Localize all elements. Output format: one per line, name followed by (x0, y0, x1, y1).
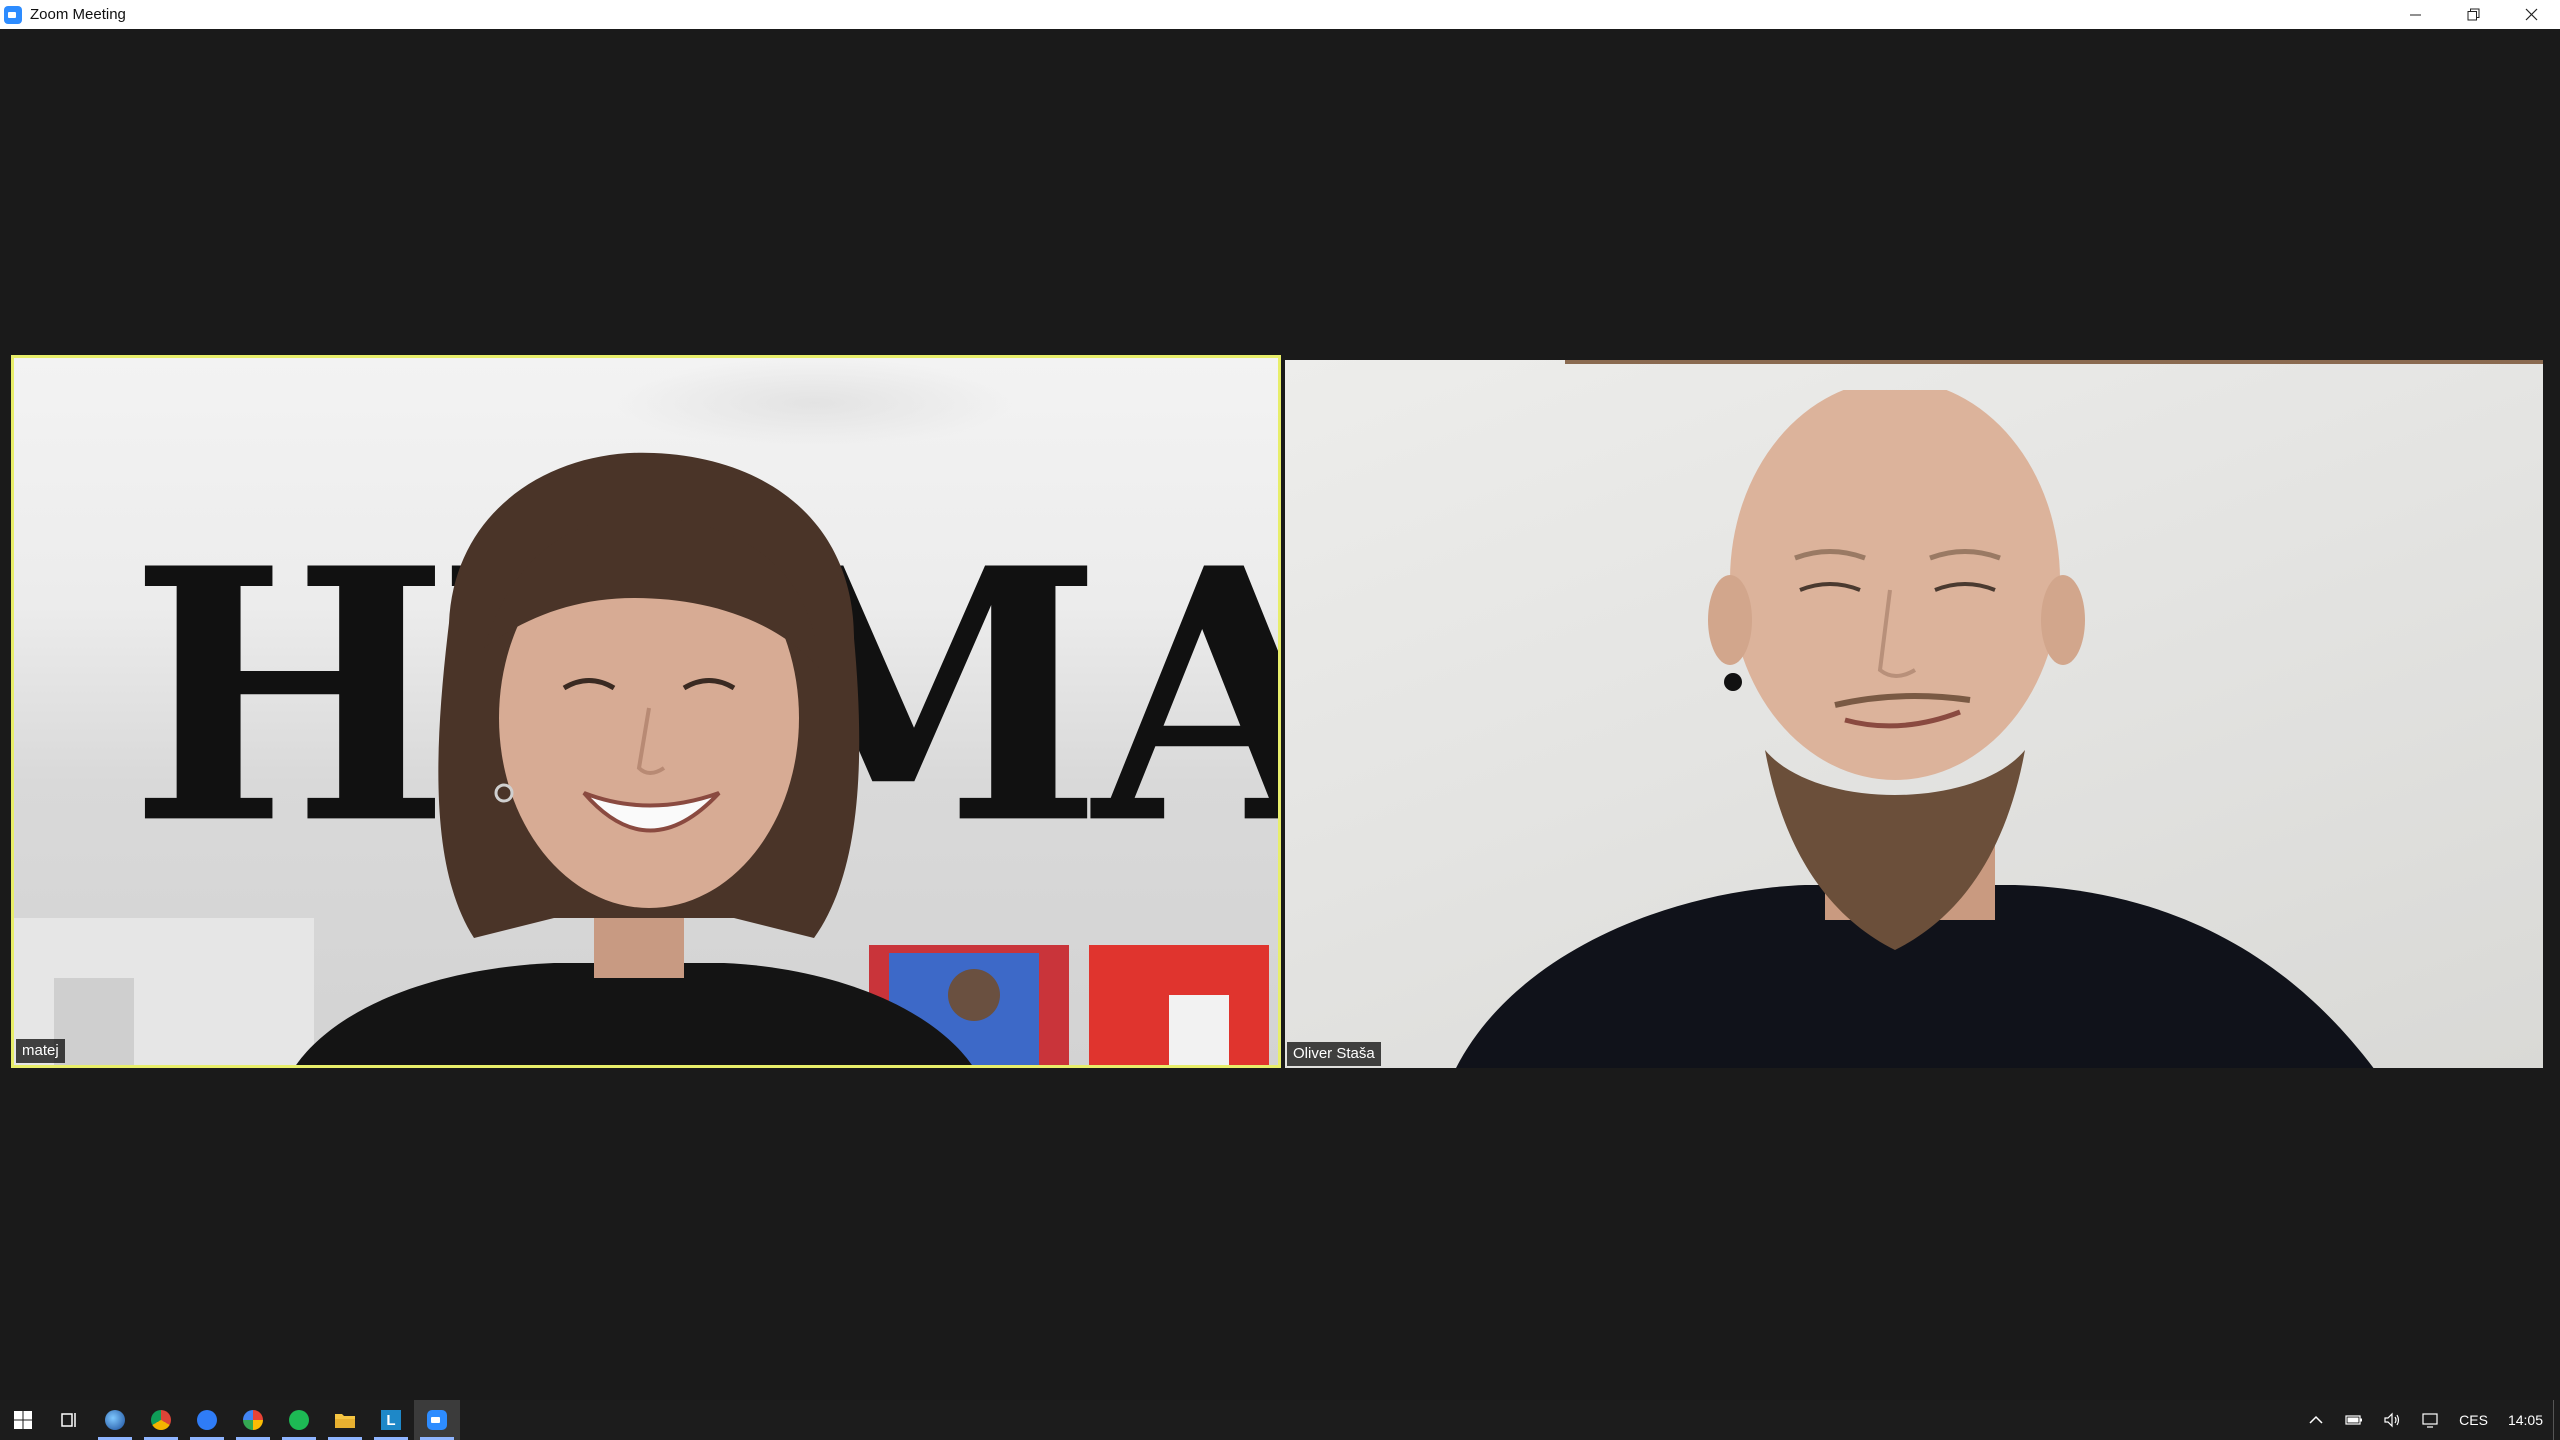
battery-icon (2345, 1415, 2363, 1425)
participant-video-oliver (1456, 390, 2374, 1068)
minimize-icon (2409, 14, 2421, 16)
browser-icon (105, 1410, 125, 1430)
file-explorer-icon (335, 1414, 355, 1428)
input-language-indicator[interactable]: CES (2449, 1400, 2498, 1440)
window-title: Zoom Meeting (30, 6, 126, 23)
window-title-bar: Zoom Meeting (0, 0, 2560, 29)
taskbar-app-l[interactable]: L (368, 1400, 414, 1440)
meeting-gallery-view: HUMAN (0, 29, 2560, 1400)
zoom-app-icon (4, 5, 22, 24)
task-view-button[interactable] (46, 1400, 92, 1440)
restore-icon (2467, 8, 2479, 21)
taskbar-app-zoom[interactable] (414, 1400, 460, 1440)
show-desktop-button[interactable] (2553, 1400, 2560, 1440)
l-app-icon: L (381, 1410, 401, 1430)
background-shelf (54, 978, 134, 1065)
task-view-icon (61, 1413, 76, 1427)
volume-icon (2384, 1412, 2400, 1428)
windows-start-icon (14, 1411, 32, 1429)
window-controls (2386, 0, 2560, 29)
background-shelf-edge (1565, 360, 2543, 364)
taskbar-app-browser[interactable] (92, 1400, 138, 1440)
taskbar-app-spotify[interactable] (276, 1400, 322, 1440)
close-icon (2525, 8, 2537, 21)
participant-video-matej (296, 452, 972, 1065)
windows-taskbar: L CES 14:05 (0, 1400, 2560, 1440)
background-glow (614, 358, 1014, 448)
taskbar-app-chrome[interactable] (138, 1400, 184, 1440)
app-circle-icon (243, 1410, 263, 1430)
network-button[interactable] (2411, 1400, 2449, 1440)
show-hidden-icons-button[interactable] (2297, 1400, 2335, 1440)
close-button[interactable] (2502, 0, 2560, 29)
chrome-icon (151, 1410, 171, 1430)
taskbar-app-file-explorer[interactable] (322, 1400, 368, 1440)
video-tile-oliver[interactable]: Oliver Staša (1285, 360, 2543, 1068)
clock[interactable]: 14:05 (2498, 1400, 2553, 1440)
system-tray: CES 14:05 (2297, 1400, 2560, 1440)
start-button[interactable] (0, 1400, 46, 1440)
spotify-icon (289, 1410, 309, 1430)
participant-name-label: Oliver Staša (1287, 1042, 1381, 1066)
volume-button[interactable] (2373, 1400, 2411, 1440)
chevron-up-icon (2309, 1415, 2323, 1424)
battery-button[interactable] (2335, 1400, 2373, 1440)
restore-button[interactable] (2444, 0, 2502, 29)
network-icon (2422, 1413, 2438, 1428)
taskbar-app-circle[interactable] (230, 1400, 276, 1440)
video-tile-matej[interactable]: HUMAN (11, 355, 1281, 1068)
taskbar-app-messenger[interactable] (184, 1400, 230, 1440)
zoom-icon (427, 1410, 447, 1430)
participant-name-label: matej (16, 1039, 65, 1063)
minimize-button[interactable] (2386, 0, 2444, 29)
messenger-icon (197, 1410, 217, 1430)
